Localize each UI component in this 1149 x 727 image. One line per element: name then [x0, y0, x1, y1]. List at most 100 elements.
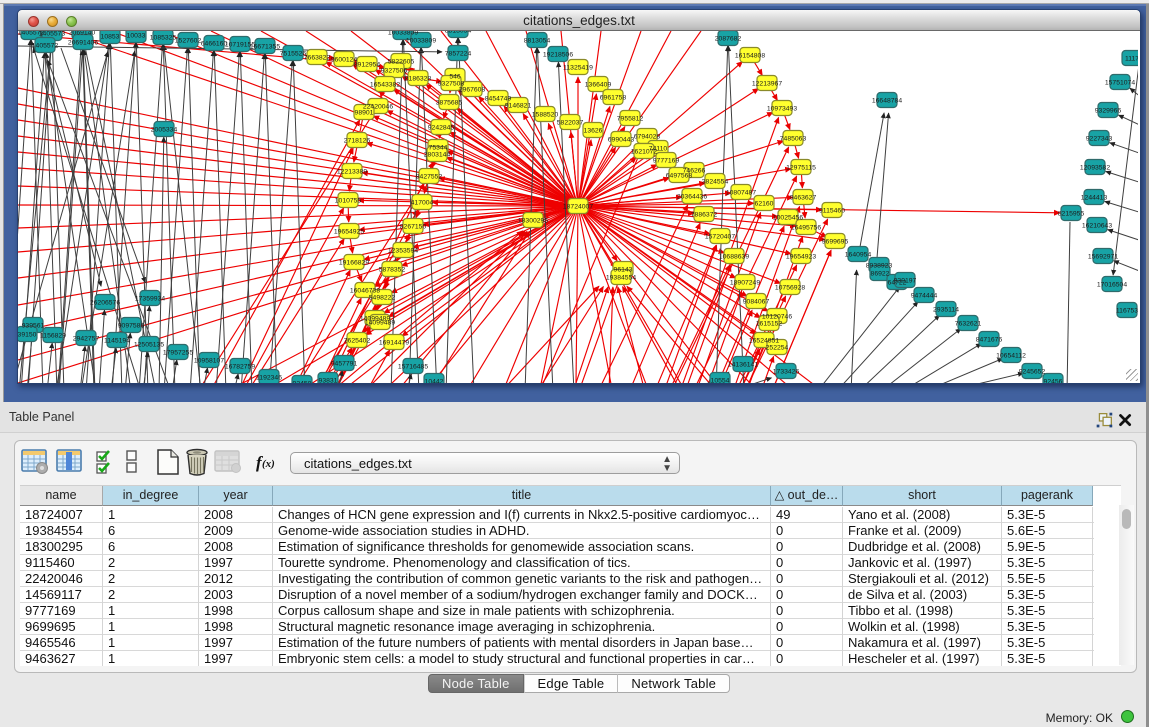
- svg-text:15692971: 15692971: [1088, 254, 1118, 261]
- svg-text:14136141: 14136141: [728, 362, 758, 369]
- svg-text:9097586: 9097586: [118, 323, 145, 330]
- svg-text:26206576: 26206576: [90, 300, 120, 307]
- svg-text:9463627: 9463627: [790, 195, 817, 202]
- svg-text:10025456: 10025456: [773, 215, 803, 222]
- svg-text:12213967: 12213967: [752, 81, 782, 88]
- svg-text:546: 546: [449, 74, 461, 81]
- svg-text:5498222: 5498222: [369, 295, 396, 302]
- svg-text:7663822: 7663822: [304, 55, 331, 62]
- svg-text:92450: 92450: [293, 381, 312, 384]
- svg-text:11325419: 11325419: [563, 65, 593, 72]
- svg-text:417004: 417004: [411, 200, 434, 207]
- svg-text:8938923: 8938923: [866, 263, 893, 270]
- svg-text:10853: 10853: [101, 34, 120, 41]
- svg-text:16524851: 16524851: [749, 338, 779, 345]
- svg-text:9115460: 9115460: [819, 208, 845, 215]
- svg-text:10688639: 10688639: [719, 254, 749, 261]
- svg-text:8454749: 8454749: [485, 96, 512, 103]
- svg-text:10554: 10554: [711, 378, 730, 384]
- svg-text:6466160: 6466160: [201, 41, 228, 48]
- svg-text:10756928: 10756928: [775, 285, 805, 292]
- svg-text:13626: 13626: [584, 128, 603, 135]
- svg-text:16782759: 16782759: [225, 364, 255, 371]
- svg-text:9329966: 9329966: [1095, 108, 1122, 115]
- svg-text:16210643: 16210643: [1082, 223, 1112, 230]
- svg-text:9242845: 9242845: [428, 125, 455, 132]
- svg-text:18724007: 18724007: [563, 204, 593, 211]
- svg-text:8813054: 8813054: [524, 38, 551, 45]
- svg-text:7955812: 7955812: [617, 116, 644, 123]
- svg-text:5822605: 5822605: [388, 59, 415, 66]
- svg-text:2718126: 2718126: [344, 138, 371, 145]
- svg-text:9699695: 9699695: [822, 239, 849, 246]
- svg-text:1615152: 1615152: [756, 321, 783, 328]
- svg-text:939197: 939197: [894, 278, 917, 285]
- svg-text:9474444: 9474444: [911, 293, 938, 300]
- svg-text:252254: 252254: [766, 345, 789, 352]
- svg-text:16543382: 16543382: [370, 82, 400, 89]
- svg-text:92456: 92456: [1044, 379, 1063, 384]
- svg-text:939561: 939561: [22, 323, 45, 330]
- svg-text:8471676: 8471676: [976, 337, 1003, 344]
- svg-text:2087682: 2087682: [715, 36, 742, 43]
- svg-text:19654923: 19654923: [786, 254, 816, 261]
- svg-text:8215955: 8215955: [1058, 211, 1085, 218]
- svg-text:16495756: 16495756: [791, 225, 821, 232]
- svg-text:15751074: 15751074: [1105, 80, 1135, 87]
- svg-text:1640954: 1640954: [845, 252, 872, 259]
- svg-text:6497568: 6497568: [666, 173, 693, 180]
- svg-text:7485063: 7485063: [780, 136, 807, 143]
- svg-text:9327506: 9327506: [381, 68, 408, 75]
- svg-text:1010755: 1010755: [335, 198, 362, 205]
- svg-text:2942757: 2942757: [73, 336, 100, 343]
- svg-text:3875685: 3875685: [436, 100, 463, 107]
- svg-text:9084067: 9084067: [743, 299, 770, 306]
- svg-text:7632621: 7632621: [955, 321, 982, 328]
- svg-text:6990443: 6990443: [608, 137, 635, 144]
- svg-text:1621072: 1621072: [631, 149, 658, 156]
- svg-text:5822037: 5822037: [557, 120, 584, 127]
- svg-text:39150: 39150: [18, 332, 37, 339]
- svg-text:17016504: 17016504: [1097, 282, 1127, 289]
- svg-text:1192346: 1192346: [256, 375, 282, 382]
- svg-text:17359934: 17359934: [135, 296, 165, 303]
- svg-text:20364436: 20364436: [677, 194, 707, 201]
- svg-text:2069140: 2069140: [69, 31, 96, 37]
- svg-text:3824554: 3824554: [702, 179, 729, 186]
- svg-text:75344: 75344: [429, 145, 448, 152]
- svg-text:16671355: 16671355: [250, 44, 280, 51]
- svg-text:1588520: 1588520: [532, 112, 559, 119]
- svg-text:1405573: 1405573: [39, 31, 66, 38]
- svg-text:8912954: 8912954: [354, 62, 381, 69]
- svg-text:86922: 86922: [871, 271, 890, 278]
- svg-text:2967608: 2967608: [459, 87, 486, 94]
- svg-text:10958107: 10958107: [194, 358, 224, 365]
- svg-text:12093582: 12093582: [1080, 165, 1110, 172]
- svg-text:6961758: 6961758: [600, 95, 627, 102]
- svg-text:9227343: 9227343: [1086, 136, 1113, 143]
- svg-text:10654112: 10654112: [996, 353, 1026, 360]
- svg-text:15720407: 15720407: [705, 234, 735, 241]
- svg-text:17957255: 17957255: [163, 350, 193, 357]
- svg-text:8813054: 8813054: [445, 31, 472, 35]
- svg-text:1145194: 1145194: [104, 338, 130, 345]
- svg-text:16046738: 16046738: [350, 288, 380, 295]
- svg-text:15716485: 15716485: [398, 364, 428, 371]
- svg-text:1733426: 1733426: [773, 369, 800, 376]
- svg-text:9245652: 9245652: [1019, 369, 1046, 376]
- svg-text:8267150: 8267150: [400, 224, 427, 231]
- svg-text:62160: 62160: [755, 201, 774, 208]
- svg-text:10033809: 10033809: [388, 31, 418, 37]
- svg-text:2005334: 2005334: [151, 127, 178, 134]
- svg-text:2803144: 2803144: [424, 152, 451, 159]
- svg-text:1527602: 1527602: [175, 38, 202, 45]
- svg-text:1244413: 1244413: [1081, 195, 1108, 202]
- svg-text:18300295: 18300295: [518, 218, 548, 225]
- svg-text:19166829: 19166829: [339, 260, 369, 267]
- svg-text:7886372: 7886372: [691, 212, 718, 219]
- svg-text:16914479: 16914479: [379, 340, 409, 347]
- svg-text:7625402: 7625402: [344, 338, 371, 345]
- svg-text:2935114: 2935114: [933, 307, 959, 314]
- svg-text:1117: 1117: [1125, 56, 1138, 63]
- svg-text:10033809: 10033809: [406, 38, 436, 45]
